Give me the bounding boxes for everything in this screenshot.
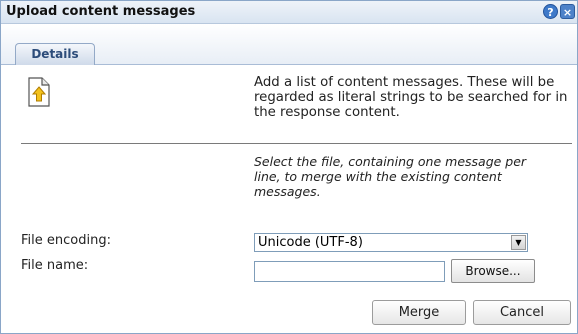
browse-button[interactable]: Browse... (451, 259, 535, 283)
section-divider (21, 143, 572, 144)
document-upload-icon (28, 77, 50, 107)
tab-details[interactable]: Details (15, 43, 95, 65)
file-name-input[interactable] (254, 261, 445, 282)
help-icon[interactable]: ? (543, 4, 558, 19)
chevron-down-icon[interactable]: ▼ (511, 235, 526, 250)
file-encoding-label: File encoding: (21, 233, 111, 248)
file-encoding-select[interactable]: Unicode (UTF-8) ▼ (254, 233, 528, 252)
file-encoding-value: Unicode (UTF-8) (258, 235, 363, 250)
description-text: Add a list of content messages. These wi… (254, 75, 568, 120)
merge-button[interactable]: Merge (372, 300, 466, 325)
close-icon[interactable]: × (560, 4, 575, 19)
upload-dialog: Upload content messages ? × Details Add … (0, 0, 578, 334)
file-name-label: File name: (21, 258, 89, 273)
dialog-title: Upload content messages (6, 4, 196, 19)
dialog-titlebar: Upload content messages ? × (1, 1, 577, 24)
hint-text: Select the file, containing one message … (254, 154, 527, 199)
cancel-button[interactable]: Cancel (473, 300, 571, 325)
